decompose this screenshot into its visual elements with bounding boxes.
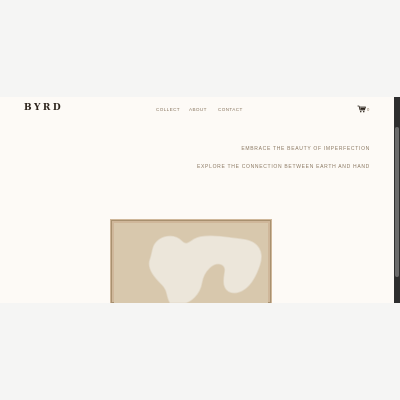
hero-tagline-2: EXPLORE THE CONNECTION BETWEEN EARTH AND… <box>196 164 370 170</box>
hero-tagline-1: EMBRACE THE BEAUTY OF IMPERFECTION <box>241 146 370 152</box>
cart-button[interactable]: 0 <box>357 105 369 113</box>
artwork-image[interactable] <box>110 219 272 303</box>
page-viewport: BYRD COLLECT ABOUT CONTACT 0 EMBRACE THE… <box>0 97 394 303</box>
cart-icon <box>357 105 366 113</box>
scrollbar-thumb[interactable] <box>395 127 399 277</box>
nav-link-collect[interactable]: COLLECT <box>156 107 180 112</box>
nav-link-about[interactable]: ABOUT <box>189 107 207 112</box>
main-nav: COLLECT ABOUT CONTACT <box>0 107 394 117</box>
cart-count: 0 <box>367 106 370 112</box>
vertical-scrollbar[interactable] <box>394 97 400 303</box>
nav-link-contact[interactable]: CONTACT <box>218 107 243 112</box>
